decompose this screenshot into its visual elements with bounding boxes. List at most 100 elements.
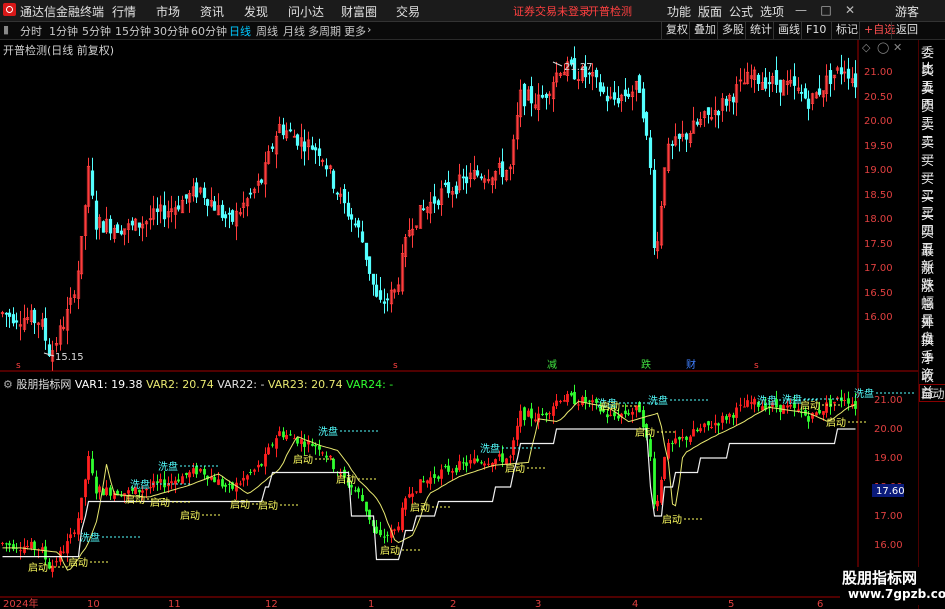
btn-draw-line[interactable]: 画线 [773,22,804,39]
candle [7,308,12,328]
candle [756,73,761,92]
indicator-candle [393,528,396,535]
candle [637,73,642,93]
btn-back[interactable]: 返回 [891,22,922,39]
btn-adjust[interactable]: 复权 [661,22,692,39]
price-tick: 20.00 [864,116,893,127]
candle [691,106,696,134]
indicator-candle [62,545,65,554]
indicator-candle [203,465,206,480]
tab-more[interactable]: 更多 [344,23,366,39]
indicator-candle [620,412,623,424]
candle [418,204,423,229]
tab-monthly[interactable]: 月线 [283,23,305,39]
btn-mark[interactable]: 标记 [831,22,862,39]
login-alert[interactable]: 证券交易未登录 [513,3,590,19]
indicator-candle [1,541,4,546]
candle [65,296,70,345]
more-arrow-icon[interactable]: › [367,23,371,36]
tab-30min[interactable]: 30分钟 [153,23,189,39]
menu-formula[interactable]: 公式 [729,3,753,20]
candle [306,131,311,161]
restore-icon[interactable]: □ [816,0,836,21]
candle [97,214,102,240]
candle [202,182,207,205]
indicator-candle [537,406,540,430]
candle [115,222,120,233]
menu-function[interactable]: 功能 [667,3,691,20]
candle [133,217,138,232]
price-tick: 20.00 [874,424,903,435]
indicator-candle [833,401,836,411]
indicator-candle [69,527,72,544]
candle [90,157,95,200]
menu-trade[interactable]: 交易 [396,3,420,20]
indicator-chart[interactable]: 洗盘洗盘洗盘洗盘洗盘洗盘 洗盘 洗盘 洗盘洗盘启动 启动启动 启动启动启动 启动启动启动启动… [0,373,918,609]
btn-f10[interactable]: F10 [801,22,830,39]
tab-15min[interactable]: 15分钟 [115,23,151,39]
tab-daily[interactable]: 日线 [229,23,251,39]
btn-statistics[interactable]: 统计 [745,22,776,39]
candle [734,76,739,116]
tab-multi-period[interactable]: 多周期 [308,23,341,39]
menu-options[interactable]: 选项 [760,3,784,20]
tab-1min[interactable]: 1分钟 [49,23,78,39]
panel-toggle-icon[interactable]: ▮ [3,23,9,36]
stock-name-link[interactable]: 开普检测 [588,3,632,19]
candle [500,148,505,185]
tab-60min[interactable]: 60分钟 [191,23,227,39]
indicator-candle [491,462,494,473]
minimize-icon[interactable]: — [791,0,811,21]
candle [709,107,714,121]
indicator-candle [289,430,292,436]
indicator-candle [581,395,584,407]
indicator-candle [84,478,87,506]
user-guest[interactable]: 游客 [895,3,919,20]
close-icon[interactable]: ✕ [840,0,860,21]
price-axis: 21.00 20.50 20.00 19.50 19.00 18.50 18.0… [864,67,893,323]
indicator-candle [451,468,454,481]
auto-button[interactable]: 自动 [919,384,945,402]
indicator-candle [678,436,681,448]
candle [853,60,858,99]
candle [151,195,156,226]
candle [450,187,455,208]
candle [684,132,689,152]
main-candlestick-chart[interactable]: 21.00 20.50 20.00 19.50 19.00 18.50 18.0… [0,40,918,372]
tab-5min[interactable]: 5分钟 [82,23,111,39]
menu-quotes[interactable]: 行情 [112,3,136,20]
candle [353,217,358,228]
menu-wealth-circle[interactable]: 财富圈 [341,3,377,20]
candle [731,93,736,115]
menu-market[interactable]: 市场 [156,3,180,20]
candle [112,224,117,243]
menu-discover[interactable]: 发现 [244,3,268,20]
indicator-candle [570,390,573,397]
indicator-candle [48,558,51,570]
indicator-candle [548,411,551,420]
candle [180,195,185,214]
indicator-candle [728,412,731,424]
candle [824,64,829,102]
candle [209,187,214,208]
candle [799,84,804,102]
wash-tag: 洗盘 [757,394,777,407]
menu-ask-xiaoda[interactable]: 问小达 [288,3,324,20]
candle [515,102,520,150]
candle [576,71,581,90]
tab-weekly[interactable]: 周线 [256,23,278,39]
candle [86,157,91,214]
date-tick: 4 [632,599,638,609]
price-tick: 16.00 [864,312,893,323]
indicator-candle [750,395,753,410]
price-tick: 16.00 [874,540,903,551]
menu-layout[interactable]: 版面 [698,3,722,20]
btn-multi-stock[interactable]: 多股 [717,22,748,39]
title-bar: 通达信金融终端 行情 市场 资讯 发现 问小达 财富圈 交易 证券交易未登录 开… [0,0,945,22]
candle [313,143,318,164]
tab-intraday[interactable]: 分时 [20,23,42,39]
btn-overlay[interactable]: 叠加 [689,22,720,39]
indicator-candle [455,465,458,476]
candle [169,195,174,223]
menu-news[interactable]: 资讯 [200,3,224,20]
